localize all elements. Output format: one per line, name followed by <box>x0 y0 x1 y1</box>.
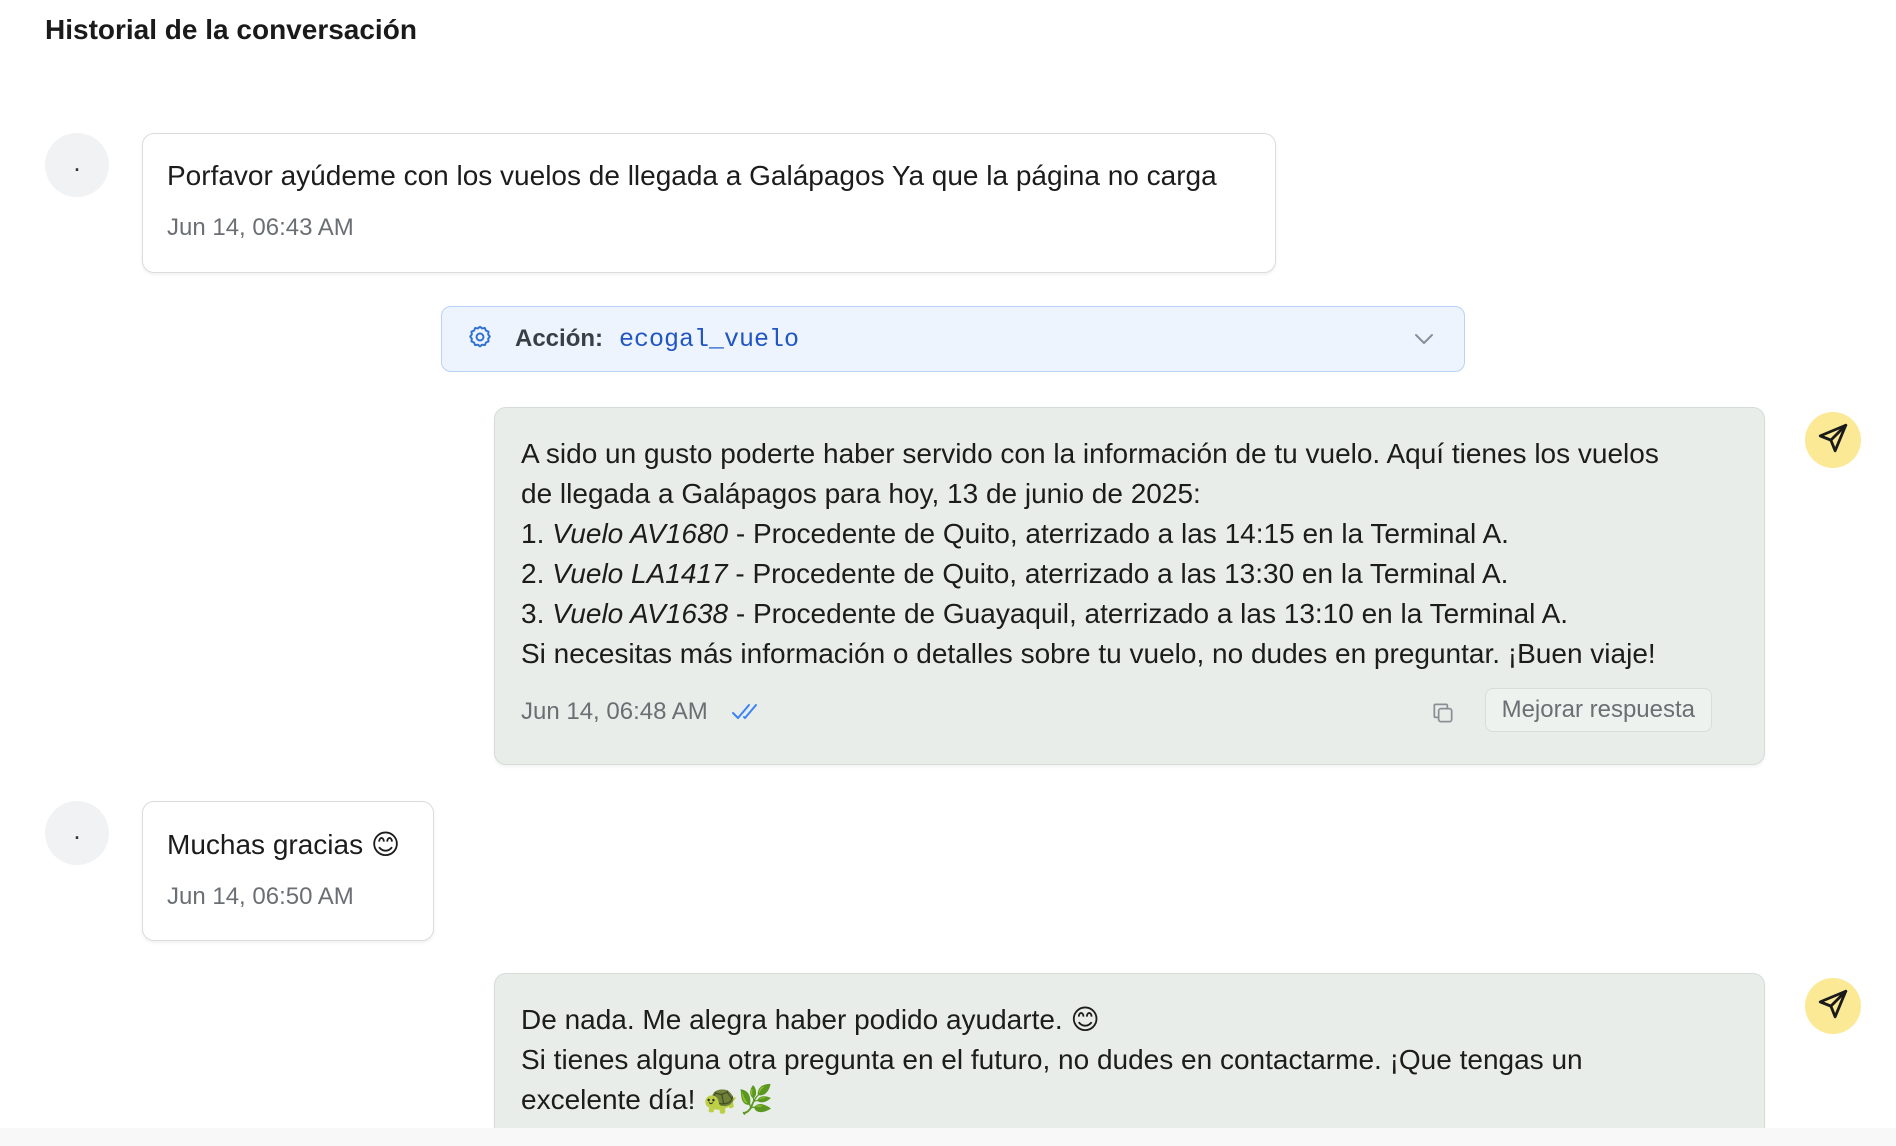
assistant-message-bubble: De nada. Me alegra haber podido ayudarte… <box>494 973 1765 1143</box>
send-icon <box>1816 987 1850 1026</box>
flight-list-item: 1. Vuelo AV1680 - Procedente de Quito, a… <box>521 514 1738 554</box>
message-text: Porfavor ayúdeme con los vuelos de llega… <box>167 160 1217 191</box>
flight-name: Vuelo LA1417 <box>552 558 728 589</box>
action-name: ecogal_vuelo <box>619 324 800 354</box>
list-number: 1. <box>521 518 545 549</box>
message-timestamp: Jun 14, 06:48 AM <box>521 698 708 725</box>
user-message-bubble: Muchas gracias 😊 Jun 14, 06:50 AM <box>142 801 434 941</box>
assistant-avatar <box>1805 978 1861 1034</box>
avatar-initial: . <box>73 147 81 177</box>
message-line: Si necesitas más información o detalles … <box>521 638 1656 669</box>
flight-name: Vuelo AV1638 <box>552 598 729 629</box>
page-title: Historial de la conversación <box>45 14 417 45</box>
flight-details: - Procedente de Quito, aterrizado a las … <box>735 558 1509 589</box>
copy-icon[interactable] <box>1430 700 1456 731</box>
assistant-message-bubble: A sido un gusto poderte haber servido co… <box>494 407 1765 765</box>
list-number: 3. <box>521 598 545 629</box>
avatar-initial: . <box>73 815 81 845</box>
action-call-bar[interactable]: Acción: ecogal_vuelo <box>441 306 1465 372</box>
flight-details: - Procedente de Guayaquil, aterrizado a … <box>735 598 1569 629</box>
improve-response-button[interactable]: Mejorar respuesta <box>1484 688 1712 732</box>
scroll-edge <box>0 1128 1896 1146</box>
gear-icon <box>467 324 493 355</box>
message-line: de llegada a Galápagos para hoy, 13 de j… <box>521 478 1201 509</box>
message-footer: Jun 14, 06:48 AM Mejorar respuesta <box>521 688 1738 736</box>
assistant-avatar <box>1805 412 1861 468</box>
action-label: Acción: <box>515 325 604 352</box>
flight-name: Vuelo AV1680 <box>552 518 729 549</box>
user-message-bubble: Porfavor ayúdeme con los vuelos de llega… <box>142 133 1276 273</box>
flight-list-item: 2. Vuelo LA1417 - Procedente de Quito, a… <box>521 554 1738 594</box>
flight-details: - Procedente de Quito, aterrizado a las … <box>735 518 1509 549</box>
send-icon <box>1816 421 1850 460</box>
message-line: A sido un gusto poderte haber servido co… <box>521 438 1659 469</box>
message-timestamp: Jun 14, 06:43 AM <box>167 214 354 241</box>
message-line: Si tienes alguna otra pregunta en el fut… <box>521 1044 1583 1075</box>
chevron-down-icon[interactable] <box>1412 329 1436 354</box>
list-number: 2. <box>521 558 545 589</box>
double-check-icon <box>731 702 765 727</box>
message-line: De nada. Me alegra haber podido ayudarte… <box>521 1004 1100 1035</box>
user-avatar: . <box>45 133 109 197</box>
flight-list-item: 3. Vuelo AV1638 - Procedente de Guayaqui… <box>521 594 1738 634</box>
message-timestamp: Jun 14, 06:50 AM <box>167 883 354 910</box>
message-text: Muchas gracias 😊 <box>167 829 401 860</box>
user-avatar: . <box>45 801 109 865</box>
message-line: excelente día! 🐢🌿 <box>521 1084 773 1115</box>
